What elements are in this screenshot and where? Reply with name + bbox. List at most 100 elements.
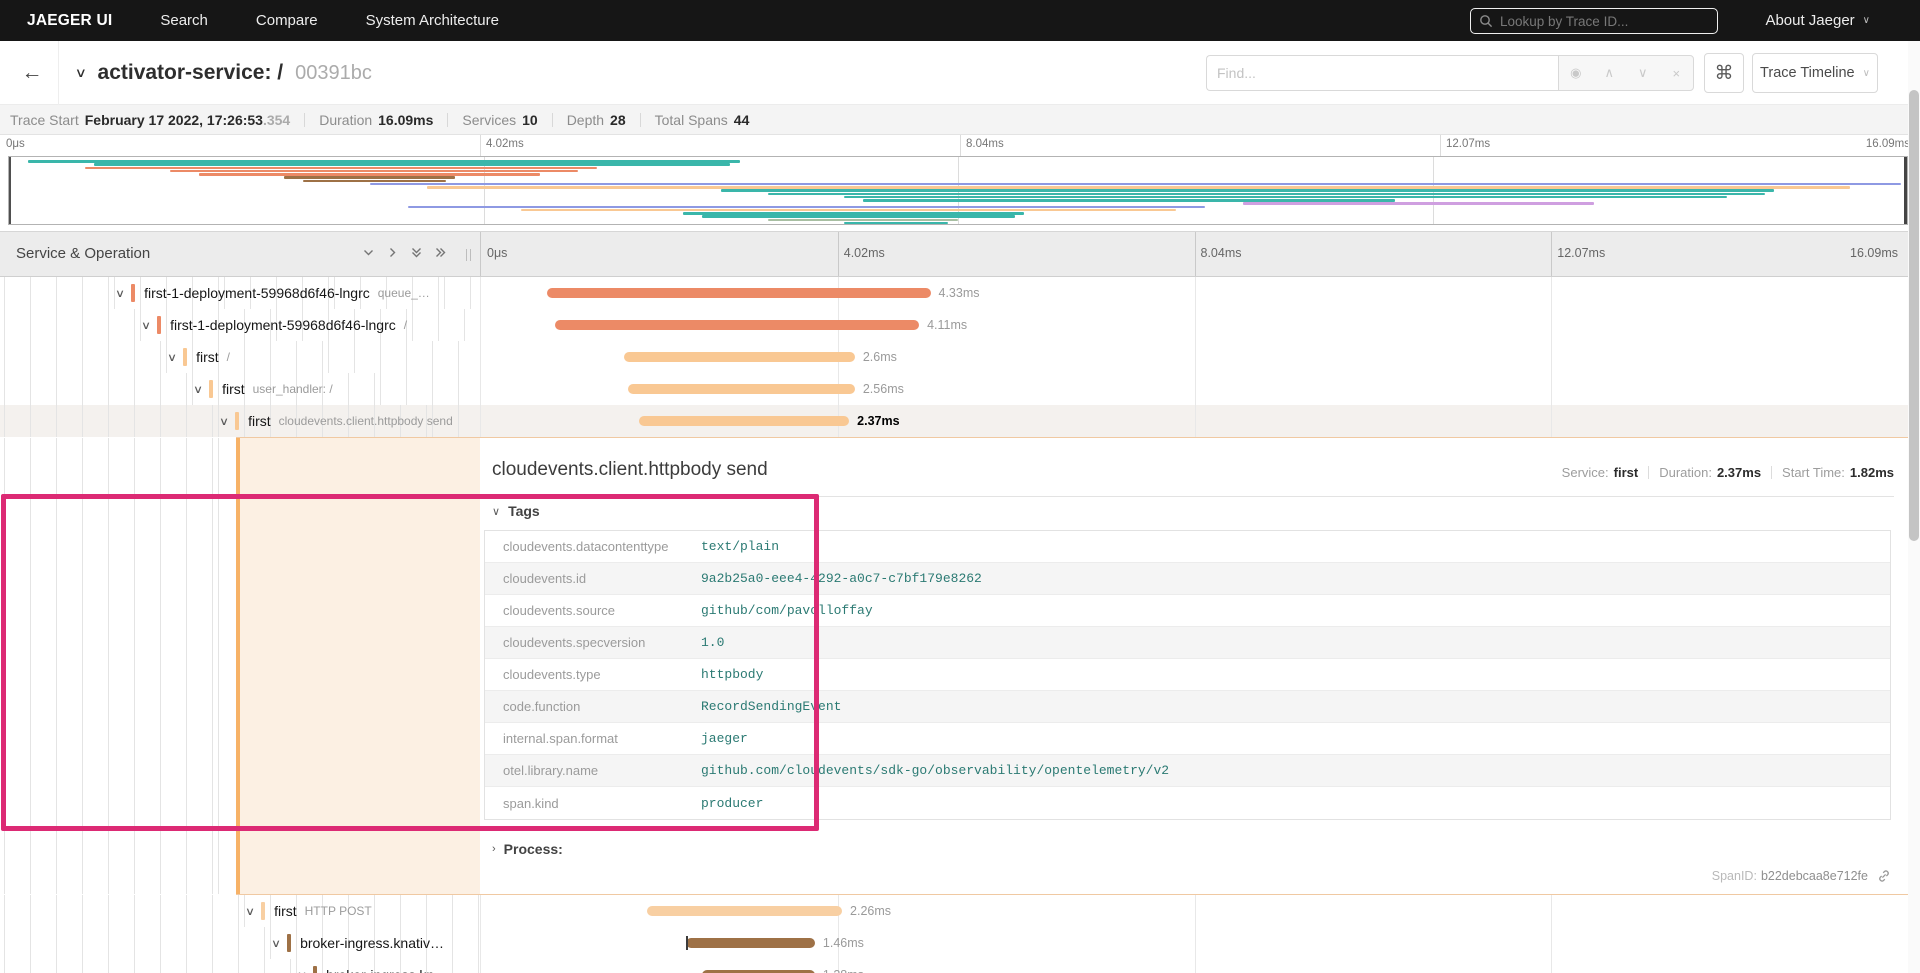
about-jaeger-menu[interactable]: About Jaeger ∨ (1765, 0, 1870, 41)
span-duration-bar[interactable] (555, 320, 920, 330)
keyboard-shortcuts-button[interactable]: ⌘ (1704, 53, 1744, 93)
find-box[interactable] (1206, 55, 1558, 91)
span-toggle-icon[interactable]: ∨ (141, 319, 151, 332)
span-toggle-icon[interactable]: ∨ (297, 969, 307, 973)
expand-all-icon[interactable] (434, 246, 447, 259)
timeline-gridline (1551, 405, 1553, 437)
minimap-left-scrubber[interactable] (9, 157, 11, 224)
span-timeline-cell[interactable]: 2.26ms (480, 895, 1908, 927)
nav-item-search[interactable]: Search (160, 12, 208, 29)
divider (58, 41, 59, 105)
span-row[interactable]: ∨ first HTTP POST 2.26ms (0, 895, 1920, 927)
tag-value: text/plain (701, 539, 780, 554)
trace-id-input[interactable] (1500, 13, 1700, 29)
span-timeline-cell[interactable]: 1.46ms (480, 927, 1908, 959)
expand-one-icon[interactable] (386, 246, 399, 259)
detail-meta-value: 2.37ms (1716, 465, 1762, 480)
column-resizer[interactable] (466, 249, 471, 261)
service-name: first (222, 381, 245, 397)
collapse-one-icon[interactable] (362, 246, 375, 259)
span-duration-bar[interactable] (646, 906, 843, 916)
prev-match-icon[interactable]: ∧ (1593, 56, 1627, 90)
timeline-gridline (1194, 341, 1196, 373)
span-tree-cell[interactable]: ∨ first cloudevents.client.httpbody send (0, 405, 480, 437)
span-timeline-cell[interactable]: 1.28ms (480, 959, 1908, 973)
next-match-icon[interactable]: ∨ (1626, 56, 1660, 90)
tag-key: internal.span.format (503, 731, 618, 746)
span-duration-label: 1.28ms (823, 959, 864, 973)
ruler-tick-label: 16.09ms (1865, 138, 1910, 150)
scrollbar-thumb[interactable] (1909, 90, 1919, 541)
summary-label: Trace Start (10, 111, 79, 128)
collapse-trace-header-icon[interactable]: ∨ (75, 65, 87, 81)
minimap-span (198, 173, 541, 176)
ruler-tick-label: 0μs (487, 246, 508, 260)
back-button[interactable]: ← (14, 55, 50, 91)
span-duration-bar[interactable] (627, 384, 855, 394)
ruler-tick-label: 8.04ms (966, 138, 1004, 150)
timeline-gridline (1551, 895, 1553, 927)
span-row[interactable]: ∨ broker-ingress.knativ… 1.46ms (0, 927, 1920, 959)
span-toggle-icon[interactable]: ∨ (193, 383, 203, 396)
minimap-span (844, 221, 949, 225)
trace-view-select[interactable]: Trace Timeline ∨ (1752, 53, 1878, 93)
collapse-all-icon[interactable] (410, 246, 423, 259)
operation-name: / (226, 350, 230, 364)
span-duration-label: 2.56ms (862, 382, 904, 396)
span-timeline-cell[interactable]: 2.37ms (480, 405, 1908, 437)
summary-item: Services 10 (462, 112, 537, 128)
span-row[interactable]: ∨ first-1-deployment-59968d6f46-lngrc / 4.1… (0, 309, 1920, 341)
jaeger-logo[interactable]: JAEGER UI (27, 12, 112, 30)
clear-find-icon[interactable]: × (1660, 56, 1694, 90)
span-timeline-cell[interactable]: 2.6ms (480, 341, 1908, 373)
tag-key: span.kind (503, 795, 559, 811)
span-toggle-icon[interactable]: ∨ (167, 351, 177, 364)
span-row[interactable]: ∨ first / 2.6ms (0, 341, 1920, 373)
span-tree-cell[interactable]: ∨ broker-ingress.kn… (0, 959, 480, 973)
span-row[interactable]: ∨ first-1-deployment-59968d6f46-lngrc queu… (0, 277, 1920, 309)
span-tree-cell[interactable]: ∨ broker-ingress.knativ… (0, 927, 480, 959)
divider (492, 496, 1894, 497)
span-id-value: b22debcaa8e712fe (1760, 869, 1868, 883)
trace-id-lookup[interactable] (1470, 8, 1718, 34)
minimap-span (170, 169, 579, 173)
span-row[interactable]: ∨ first cloudevents.client.httpbody send 2.… (0, 405, 1920, 437)
span-duration-bar[interactable] (686, 936, 815, 950)
span-tree-cell[interactable]: ∨ first-1-deployment-59968d6f46-lngrc / (0, 309, 480, 341)
chevron-down-icon: ∨ (1862, 15, 1870, 26)
span-tree-cell[interactable]: ∨ first HTTP POST (0, 895, 480, 927)
span-detail-content: cloudevents.client.httpbody send Service… (480, 437, 1908, 895)
ruler-gridline (1551, 232, 1553, 276)
service-operation-title: Service & Operation (16, 245, 151, 262)
span-tree-cell[interactable]: ∨ first user_handler: / (0, 373, 480, 405)
minimap-canvas[interactable] (8, 156, 1908, 225)
span-toggle-icon[interactable]: ∨ (115, 287, 125, 300)
span-toggle-icon[interactable]: ∨ (271, 937, 281, 950)
nav-item-compare[interactable]: Compare (256, 12, 318, 29)
process-accordion-header[interactable]: › Process: (492, 841, 563, 857)
span-tree-cell[interactable]: ∨ first / (0, 341, 480, 373)
minimap-span (426, 186, 1851, 189)
nav-item-system-architecture[interactable]: System Architecture (366, 12, 499, 29)
span-row[interactable]: ∨ broker-ingress.kn… 1.28ms (0, 959, 1920, 973)
minimap-span (521, 208, 1177, 212)
tag-row: span.kind producer (485, 787, 1890, 819)
find-input[interactable] (1217, 65, 1548, 81)
span-tree-cell[interactable]: ∨ first-1-deployment-59968d6f46-lngrc queu… (0, 277, 480, 309)
copy-link-icon[interactable] (1877, 869, 1891, 883)
span-toggle-icon[interactable]: ∨ (219, 415, 229, 428)
span-timeline-cell[interactable]: 4.33ms (480, 277, 1908, 309)
vertical-scrollbar[interactable] (1908, 41, 1920, 973)
span-duration-bar[interactable] (623, 352, 855, 362)
span-timeline-cell[interactable]: 2.56ms (480, 373, 1908, 405)
span-timeline-cell[interactable]: 4.11ms (480, 309, 1908, 341)
focus-match-icon[interactable]: ◉ (1559, 56, 1593, 90)
span-duration-bar[interactable] (639, 416, 850, 426)
ruler-gridline (960, 135, 961, 156)
span-row[interactable]: ∨ first user_handler: / 2.56ms (0, 373, 1920, 405)
span-toggle-icon[interactable]: ∨ (245, 905, 255, 918)
span-duration-bar[interactable] (546, 288, 931, 298)
tags-accordion-header[interactable]: ∨ Tags (492, 503, 540, 519)
minimap-right-scrubber[interactable] (1904, 157, 1907, 224)
tag-key: cloudevents.id (503, 571, 587, 586)
